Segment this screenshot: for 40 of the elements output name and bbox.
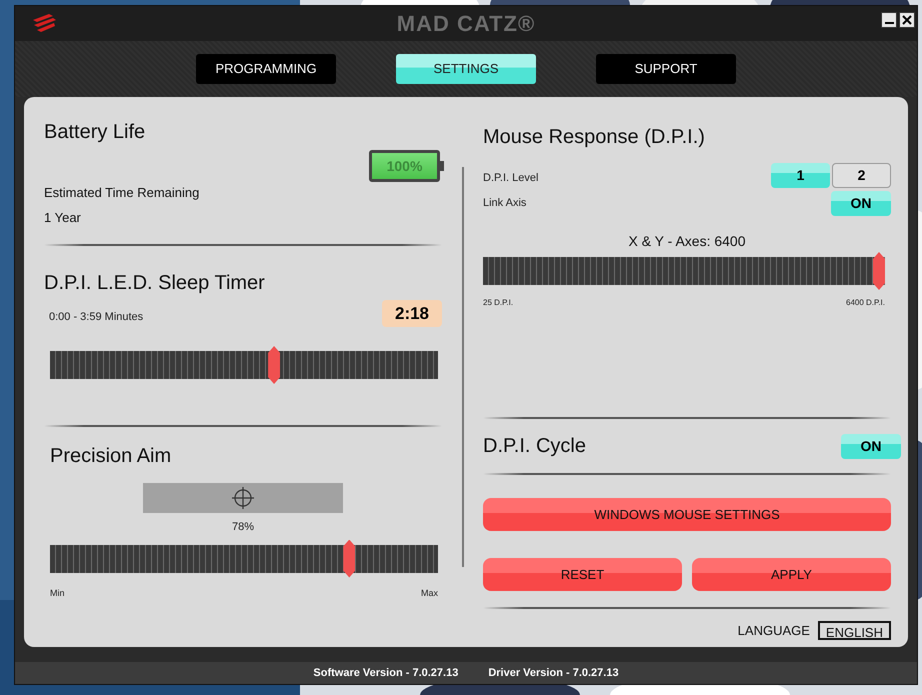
action-button[interactable]: WINDOWS MOUSE SETTINGS (483, 498, 891, 531)
window-title: MAD CATZ® (396, 10, 536, 38)
range-label: 0:00 - 3:59 Minutes (49, 310, 144, 324)
timer-value: 2:18 (382, 300, 442, 327)
estimate-value: 1 Year (44, 208, 82, 226)
language-label: LANGUAGE (738, 622, 810, 640)
dpi-level-button[interactable]: 2 (832, 163, 891, 188)
min-label: Min (50, 586, 65, 600)
nav-tab[interactable]: PROGRAMMING (196, 54, 336, 84)
section-title: Mouse Response (D.P.I.) (483, 125, 706, 150)
axes-label: X & Y - Axes: 6400 (628, 232, 746, 251)
battery-reading: 100% (386, 156, 424, 176)
section-title: D.P.I. L.E.D. Sleep Timer (44, 271, 266, 296)
nav-tab[interactable]: SUPPORT (596, 54, 736, 84)
nav-tab[interactable]: SETTINGS (396, 54, 536, 84)
language-dropdown[interactable]: ENGLISH (818, 621, 891, 640)
toggle-button[interactable]: ON (841, 434, 901, 458)
max-label: 6400 D.P.I. (846, 297, 885, 309)
action-button[interactable]: RESET (483, 558, 682, 591)
slider-thumb[interactable] (873, 252, 885, 290)
slider-thumb[interactable] (343, 540, 356, 578)
section-title: D.P.I. Cycle (483, 434, 586, 459)
minimize-button[interactable] (881, 12, 897, 28)
dpi-level-label: D.P.I. Level (483, 171, 538, 186)
dpi-level-button[interactable]: 1 (771, 163, 830, 188)
precision-value: 78% (232, 520, 254, 535)
section-title: Precision Aim (50, 444, 172, 469)
link-axis-label: Link Axis (483, 196, 526, 212)
toggle-button[interactable]: ON (831, 191, 891, 216)
min-label: 25 D.P.I. (483, 297, 514, 309)
section-title: Battery Life (44, 120, 146, 145)
crosshair-icon (232, 487, 254, 509)
action-button[interactable]: APPLY (692, 558, 891, 591)
version-text: Software Version - 7.0.27.13 (313, 666, 458, 681)
version-text: Driver Version - 7.0.27.13 (488, 666, 619, 681)
claw-logo-icon (31, 12, 57, 34)
estimate-label: Estimated Time Remaining (44, 184, 200, 202)
max-label: Max (420, 586, 438, 600)
close-button[interactable] (899, 12, 915, 28)
slider-thumb[interactable] (268, 346, 280, 384)
